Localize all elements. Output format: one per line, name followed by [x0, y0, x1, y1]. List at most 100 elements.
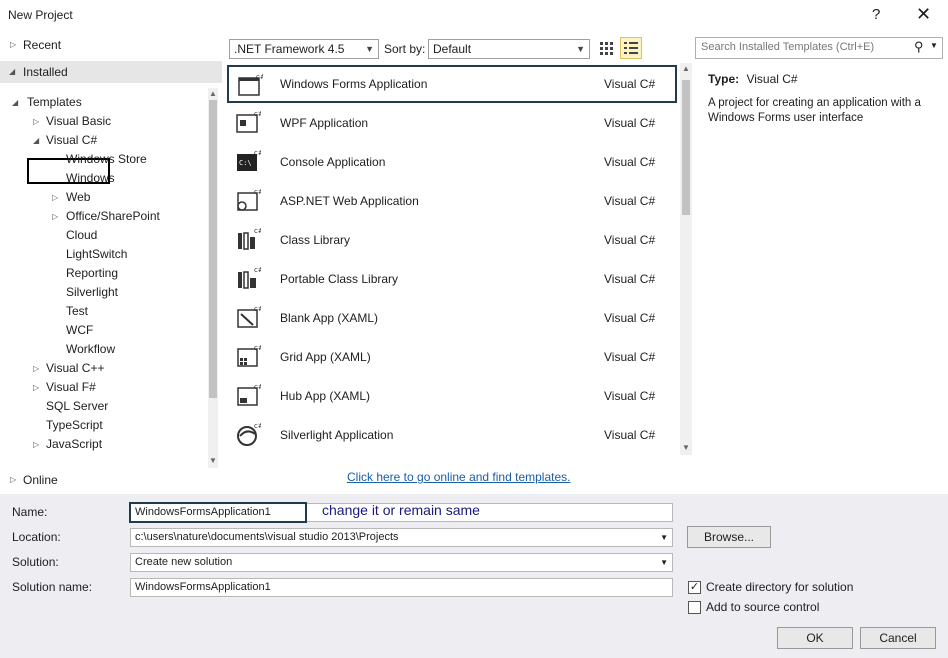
- tree-item-wcf[interactable]: WCF: [66, 321, 93, 340]
- framework-dropdown[interactable]: .NET Framework 4.5 ▼: [229, 39, 379, 59]
- installed-label: Installed: [23, 65, 68, 79]
- create-directory-checkbox[interactable]: ✓: [688, 581, 701, 594]
- template-item-console[interactable]: C:\c# Console Application Visual C#: [227, 143, 677, 181]
- template-item-blank-app[interactable]: c# Blank App (XAML) Visual C#: [227, 299, 677, 337]
- expand-arrow-icon: ▷: [33, 383, 40, 392]
- chevron-down-icon: ▼: [365, 44, 374, 54]
- tree-item-windows[interactable]: Windows: [66, 169, 115, 188]
- title-bar: New Project ? ✕: [0, 0, 948, 32]
- tree-item-reporting[interactable]: Reporting: [66, 264, 118, 283]
- grid-view-icon: [600, 42, 613, 55]
- recent-section[interactable]: ▷ Recent: [0, 34, 222, 56]
- chevron-down-icon: ▼: [576, 44, 585, 54]
- search-icon[interactable]: ⚲: [914, 39, 924, 55]
- framework-value: .NET Framework 4.5: [234, 42, 345, 56]
- location-field[interactable]: c:\users\nature\documents\visual studio …: [130, 528, 673, 547]
- solution-name-field[interactable]: WindowsFormsApplication1: [130, 578, 673, 597]
- template-search-box[interactable]: Search Installed Templates (Ctrl+E) ⚲ ▼: [695, 37, 943, 59]
- tree-item-sql-server[interactable]: SQL Server: [46, 397, 108, 416]
- solution-value: Create new solution: [135, 556, 233, 568]
- source-control-label: Add to source control: [706, 600, 820, 614]
- scroll-down-icon[interactable]: ▼: [209, 456, 217, 465]
- template-item-grid-app[interactable]: c# Grid App (XAML) Visual C#: [227, 338, 677, 376]
- location-value: c:\users\nature\documents\visual studio …: [135, 531, 399, 543]
- recent-label: Recent: [23, 38, 62, 52]
- list-view-icon: [624, 42, 638, 54]
- svg-text:c#: c#: [254, 344, 261, 352]
- scroll-up-icon[interactable]: ▲: [682, 64, 690, 73]
- source-control-checkbox[interactable]: [688, 601, 701, 614]
- close-button[interactable]: ✕: [916, 4, 931, 25]
- svg-text:c#: c#: [256, 73, 263, 81]
- online-section[interactable]: ▷ Online: [0, 469, 222, 491]
- chevron-down-icon[interactable]: ▼: [930, 41, 938, 50]
- chevron-down-icon: ▼: [660, 558, 668, 567]
- svg-text:c#: c#: [254, 266, 261, 274]
- solution-label: Solution:: [12, 555, 59, 569]
- template-category-pane: ▷ Recent ◢ Installed ◢ Templates ▷ Visua…: [0, 32, 222, 494]
- ok-button[interactable]: OK: [777, 627, 853, 649]
- template-item-wpf[interactable]: c# WPF Application Visual C#: [227, 104, 677, 142]
- blank-app-icon: c#: [237, 305, 261, 328]
- template-list: c# Windows Forms Application Visual C# c…: [227, 63, 677, 455]
- template-item-aspnet[interactable]: c# ASP.NET Web Application Visual C#: [227, 182, 677, 220]
- installed-section[interactable]: ◢ Installed: [0, 61, 222, 83]
- location-label: Location:: [12, 530, 61, 544]
- svg-text:c#: c#: [254, 110, 261, 118]
- template-item-hub-app[interactable]: c# Hub App (XAML) Visual C#: [227, 377, 677, 415]
- portable-library-icon: c#: [238, 266, 261, 289]
- tree-scrollbar-thumb[interactable]: [209, 100, 217, 398]
- tree-item-lightswitch[interactable]: LightSwitch: [66, 245, 127, 264]
- svg-text:c#: c#: [254, 383, 261, 391]
- grid-app-icon: c#: [237, 344, 261, 367]
- project-details-panel: Name: WindowsFormsApplication1 change it…: [0, 494, 948, 658]
- template-list-scrollbar-thumb[interactable]: [682, 80, 690, 215]
- tree-item-cloud[interactable]: Cloud: [66, 226, 97, 245]
- cancel-button[interactable]: Cancel: [860, 627, 936, 649]
- scroll-down-icon[interactable]: ▼: [682, 443, 690, 452]
- sort-by-label: Sort by:: [384, 42, 426, 56]
- chevron-down-icon[interactable]: ▼: [660, 529, 668, 546]
- expand-arrow-icon: ▷: [33, 440, 40, 449]
- tree-item-test[interactable]: Test: [66, 302, 88, 321]
- expand-arrow-icon: ▷: [33, 117, 40, 126]
- sort-dropdown[interactable]: Default ▼: [428, 39, 590, 59]
- tree-item-workflow[interactable]: Workflow: [66, 340, 115, 359]
- type-label: Type:: [708, 72, 740, 86]
- expand-arrow-icon: ▷: [10, 475, 17, 484]
- template-item-silverlight[interactable]: c# Silverlight Application Visual C#: [227, 416, 677, 454]
- template-item-portable-class-library[interactable]: c# Portable Class Library Visual C#: [227, 260, 677, 298]
- collapse-arrow-icon: ◢: [12, 98, 19, 107]
- type-value: Visual C#: [746, 72, 798, 86]
- wpf-icon: c#: [236, 110, 261, 133]
- solution-dropdown[interactable]: Create new solution ▼: [130, 553, 673, 572]
- hub-app-icon: c#: [237, 383, 261, 406]
- tree-item-windows-store[interactable]: Windows Store: [66, 150, 147, 169]
- search-placeholder: Search Installed Templates (Ctrl+E): [701, 41, 875, 53]
- online-templates-link[interactable]: Click here to go online and find templat…: [347, 470, 570, 484]
- template-item-class-library[interactable]: c# Class Library Visual C#: [227, 221, 677, 259]
- svg-text:C:\: C:\: [239, 159, 252, 167]
- silverlight-icon: c#: [237, 422, 261, 446]
- small-icons-view-button[interactable]: [598, 39, 616, 57]
- tree-item-typescript[interactable]: TypeScript: [46, 416, 103, 435]
- annotation-text: change it or remain same: [322, 502, 480, 518]
- template-item-windows-forms[interactable]: c# Windows Forms Application Visual C#: [227, 65, 677, 103]
- name-field-highlight: [129, 502, 307, 523]
- svg-text:c#: c#: [254, 305, 261, 313]
- tree-item-silverlight[interactable]: Silverlight: [66, 283, 118, 302]
- expand-arrow-icon: ▷: [52, 193, 59, 202]
- expand-arrow-icon: ▷: [52, 212, 59, 221]
- scroll-up-icon[interactable]: ▲: [209, 89, 217, 98]
- template-type: Type: Visual C#: [708, 72, 798, 86]
- console-icon: C:\c#: [237, 149, 261, 171]
- expand-arrow-icon: ▷: [10, 40, 17, 49]
- help-button[interactable]: ?: [872, 6, 880, 23]
- svg-text:c#: c#: [254, 227, 261, 235]
- collapse-arrow-icon: ◢: [9, 67, 16, 76]
- list-view-button[interactable]: [620, 37, 642, 59]
- svg-text:c#: c#: [254, 422, 261, 430]
- name-label: Name:: [12, 505, 48, 519]
- solution-name-value: WindowsFormsApplication1: [135, 581, 271, 593]
- browse-button[interactable]: Browse...: [687, 526, 771, 548]
